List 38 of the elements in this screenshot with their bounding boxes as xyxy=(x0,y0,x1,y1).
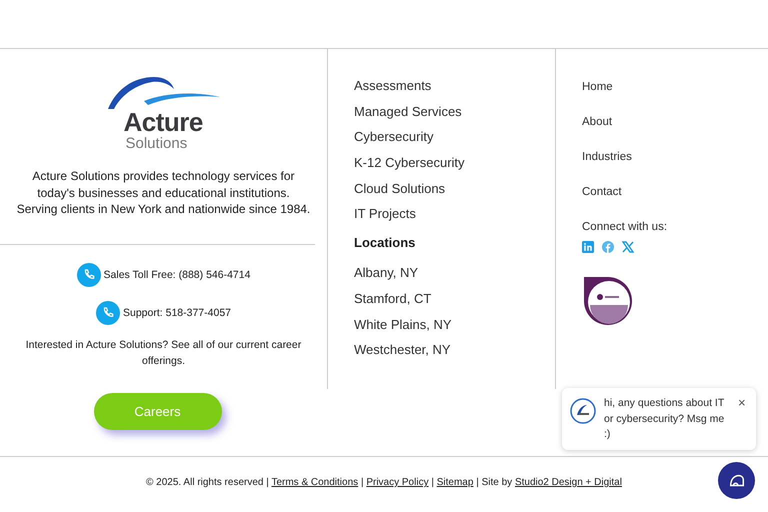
nav-link[interactable]: Contact xyxy=(582,184,622,219)
service-link[interactable]: Cybersecurity xyxy=(354,128,434,154)
location-link[interactable]: Westchester, NY xyxy=(354,341,451,367)
chat-message: hi, any questions about IT or cybersecurity? Msg me :) xyxy=(604,396,726,442)
service-link[interactable]: IT Projects xyxy=(354,205,416,232)
phone-text[interactable]: Support: 518-377-4057 xyxy=(123,306,231,319)
location-link[interactable]: Stamford, CT xyxy=(354,290,432,316)
service-link[interactable]: K-12 Cybersecurity xyxy=(354,154,465,180)
linkedin-icon[interactable] xyxy=(582,241,594,253)
nav-link[interactable]: Industries xyxy=(582,149,632,184)
certification-badge-icon xyxy=(582,275,634,327)
service-link[interactable]: Managed Services xyxy=(354,102,462,128)
company-logo: Acture Solutions xyxy=(104,75,224,152)
phone-icon xyxy=(96,300,120,325)
description-text: today's businesses and educational institutions. xyxy=(36,184,291,202)
location-link[interactable]: White Plains, NY xyxy=(354,316,452,342)
chat-button[interactable] xyxy=(718,462,755,499)
description-text: Serving clients in New York and nationwide since 1984. xyxy=(16,201,310,218)
nav-link[interactable]: Home xyxy=(582,79,613,114)
service-link[interactable]: Assessments xyxy=(354,77,432,103)
phone-icon xyxy=(76,262,101,287)
locations-heading: Locations xyxy=(354,235,416,250)
footer-link[interactable]: Privacy Policy xyxy=(366,477,429,488)
service-link[interactable]: Cloud Solutions xyxy=(354,180,446,206)
x-logo-icon[interactable] xyxy=(622,241,634,253)
nav-link[interactable]: About xyxy=(582,114,612,149)
description-text: Acture Solutions provides technology services for xyxy=(31,168,296,185)
footer-link[interactable]: Sitemap xyxy=(436,477,474,488)
location-link[interactable]: Albany, NY xyxy=(354,264,418,290)
copyright-text: © 2025. All rights reserved | Terms & Conditions | Privacy Policy | Sitemap | Site by Studio2 Design + Digital xyxy=(146,477,622,488)
phone-text[interactable]: Sales Toll Free: (888) 546-4714 xyxy=(104,268,250,281)
footer-link[interactable]: Studio2 Design + Digital xyxy=(514,477,622,488)
careers-text: Interested in Acture Solutions? See all of our current career offerings. xyxy=(24,338,302,369)
avatar-icon xyxy=(570,398,596,424)
connect-label: Connect with us: xyxy=(582,220,668,235)
footer-link[interactable]: Terms & Conditions xyxy=(271,477,358,488)
close-button[interactable]: × xyxy=(738,396,746,409)
facebook-icon[interactable] xyxy=(602,241,614,253)
